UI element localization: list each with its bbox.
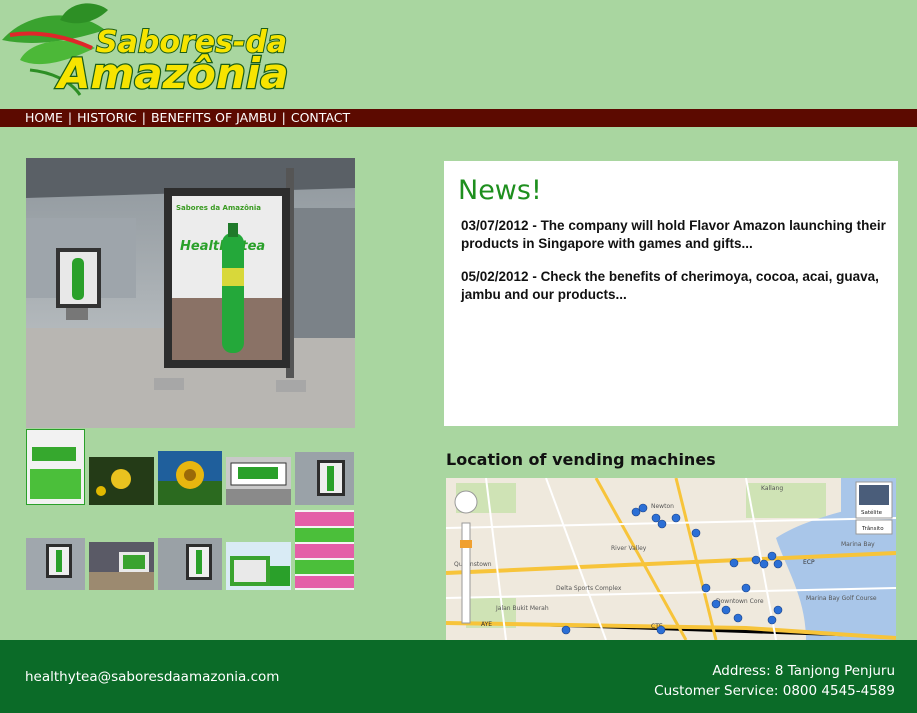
- main-nav: HOME | HISTORIC | BENEFITS OF JAMBU | CO…: [0, 109, 917, 127]
- thumbnail-2[interactable]: [89, 457, 154, 505]
- thumbnail-1[interactable]: [26, 429, 85, 505]
- map-label: Kallang: [761, 485, 783, 492]
- map-label: Downtown Core: [716, 598, 764, 605]
- news-panel: News! 03/07/2012 - The company will hold…: [444, 161, 898, 426]
- thumbnail-6[interactable]: [295, 510, 354, 590]
- map-label: River Valley: [611, 545, 647, 552]
- thumbnail-3[interactable]: [158, 451, 222, 505]
- thumbnail-5[interactable]: [295, 452, 354, 505]
- footer-address: Address: 8 Tanjong Penjuru: [712, 663, 895, 679]
- footer: healthytea@saboresdaamazonia.com Address…: [0, 640, 917, 713]
- footer-contact: Address: 8 Tanjong Penjuru Customer Serv…: [654, 661, 895, 701]
- footer-customer-service: Customer Service: 0800 4545-4589: [654, 683, 895, 699]
- nav-separator: |: [141, 110, 146, 125]
- site-logo[interactable]: Sabores-da Amazônia: [0, 0, 345, 102]
- featured-photo: Sabores da Amazônia Healthy tea: [26, 158, 355, 428]
- thumbnail-4[interactable]: [226, 457, 291, 505]
- news-title: News!: [458, 175, 542, 206]
- map-label: Newton: [651, 503, 674, 510]
- nav-historic[interactable]: HISTORIC: [77, 110, 137, 125]
- thumbnail-10[interactable]: [226, 542, 291, 590]
- map-label: ECP: [803, 559, 815, 566]
- thumbnail-7[interactable]: [26, 538, 85, 590]
- map-label: Jalan Bukit Merah: [495, 605, 549, 612]
- location-title: Location of vending machines: [446, 450, 716, 469]
- map-label: AYE: [481, 621, 492, 628]
- nav-separator: |: [67, 110, 73, 125]
- nav-benefits-of-jambu[interactable]: BENEFITS OF JAMBU: [151, 110, 277, 125]
- nav-separator: |: [281, 110, 286, 125]
- thumbnail-9[interactable]: [158, 538, 222, 590]
- vending-machines-map[interactable]: Newton Kallang River Valley Queenstown M…: [446, 478, 896, 640]
- thumbnail-8[interactable]: [89, 542, 154, 590]
- map-label: Marina Bay Golf Course: [806, 595, 877, 602]
- poster-brand: Sabores da Amazônia: [176, 204, 261, 212]
- footer-email[interactable]: healthytea@saboresdaamazonia.com: [25, 669, 279, 685]
- map-satellite-button[interactable]: Satélite: [861, 509, 883, 516]
- map-label: Queenstown: [454, 561, 492, 568]
- logo-line2: Amazônia: [55, 49, 289, 98]
- map-traffic-button[interactable]: Trânsito: [861, 525, 884, 532]
- map-label: Delta Sports Complex: [556, 585, 622, 592]
- map-label: Marina Bay: [841, 541, 875, 548]
- news-item[interactable]: 03/07/2012 - The company will hold Flavo…: [461, 217, 886, 253]
- nav-home[interactable]: HOME: [25, 110, 63, 125]
- news-item[interactable]: 05/02/2012 - Check the benefits of cheri…: [461, 268, 886, 304]
- nav-contact[interactable]: CONTACT: [291, 110, 350, 125]
